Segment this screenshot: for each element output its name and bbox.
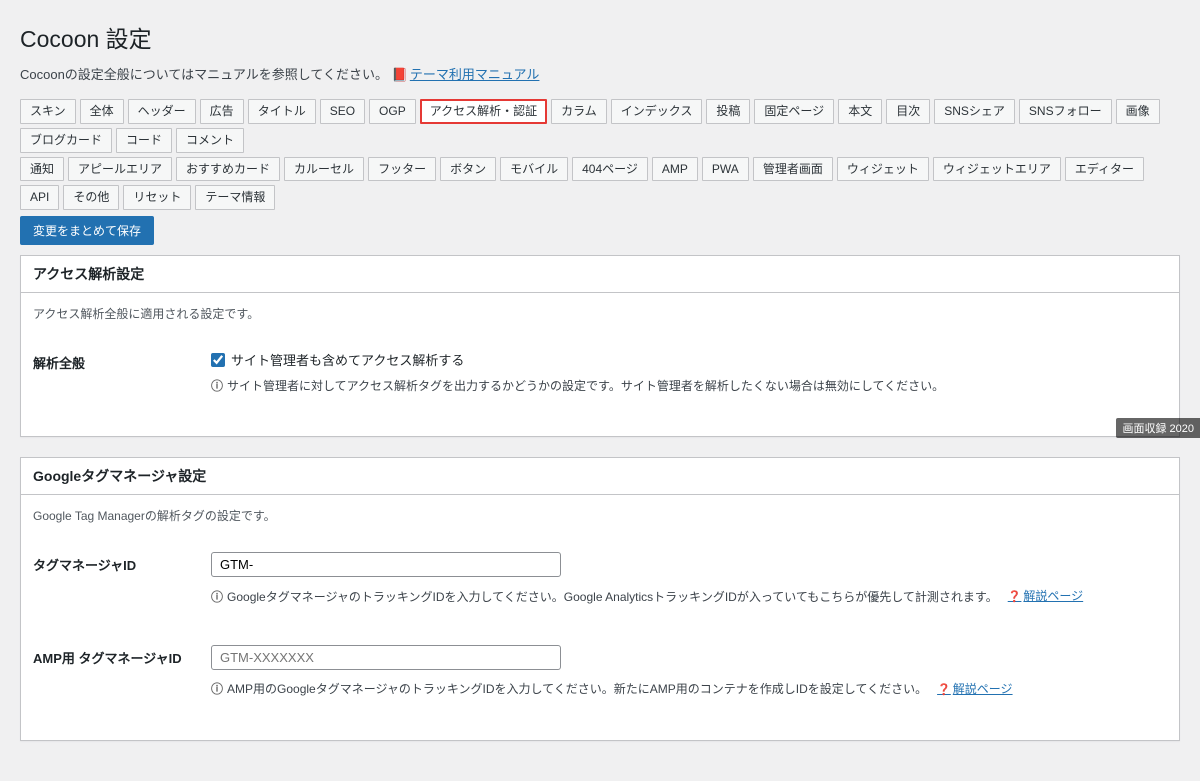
tab-item[interactable]: エディター [1065, 157, 1144, 182]
tab-item[interactable]: ウィジェットエリア [933, 157, 1061, 182]
question-icon [1008, 589, 1024, 603]
tab-item[interactable]: 404ページ [572, 157, 648, 182]
help-link-text: 解説ページ [1023, 589, 1083, 603]
tab-item[interactable]: SEO [320, 99, 365, 124]
section-title: アクセス解析設定 [21, 256, 1179, 293]
tab-item[interactable]: API [20, 185, 59, 210]
checkbox-include-admin-input[interactable] [211, 353, 225, 367]
question-icon [937, 682, 953, 696]
section-desc: アクセス解析全般に適用される設定です。 [33, 305, 1167, 322]
section-title: Googleタグマネージャ設定 [21, 458, 1179, 495]
help-link[interactable]: 解説ページ [937, 680, 1012, 700]
row-gtm-id: タグマネージャID GoogleタグマネージャのトラッキングIDを入力してくださ… [33, 542, 1167, 635]
tab-item[interactable]: アピールエリア [68, 157, 172, 182]
tab-item[interactable]: 本文 [838, 99, 882, 124]
tab-item[interactable]: その他 [63, 185, 119, 210]
tab-item[interactable]: ヘッダー [128, 99, 196, 124]
tab-item[interactable]: 固定ページ [754, 99, 834, 124]
tab-item[interactable]: コード [116, 128, 172, 153]
tab-item[interactable]: ブログカード [20, 128, 112, 153]
row-label: 解析全般 [33, 350, 211, 372]
info-icon [211, 377, 223, 396]
book-icon: 📕 [392, 67, 408, 83]
tab-item[interactable]: 全体 [80, 99, 124, 124]
tab-item[interactable]: コメント [176, 128, 244, 153]
page-description-text: Cocoonの設定全般についてはマニュアルを参照してください。 [20, 67, 388, 82]
screen-recording-label: 画面収録 2020 [1116, 418, 1200, 438]
tab-item[interactable]: おすすめカード [176, 157, 280, 182]
help-text-content: GoogleタグマネージャのトラッキングIDを入力してください。Google A… [227, 588, 998, 607]
help-link-text: 解説ページ [953, 682, 1013, 696]
save-button[interactable]: 変更をまとめて保存 [20, 216, 154, 245]
tab-item[interactable]: OGP [369, 99, 416, 124]
tab-container: スキン全体ヘッダー広告タイトルSEOOGPアクセス解析・認証カラムインデックス投… [20, 99, 1180, 210]
manual-link-text: テーマ利用マニュアル [410, 67, 540, 82]
tab-item[interactable]: AMP [652, 157, 698, 182]
tab-item[interactable]: テーマ情報 [195, 185, 275, 210]
tab-item[interactable]: アクセス解析・認証 [420, 99, 547, 124]
tab-item[interactable]: スキン [20, 99, 76, 124]
info-icon [211, 588, 223, 607]
section-access-analysis: アクセス解析設定 アクセス解析全般に適用される設定です。 解析全般 サイト管理者… [20, 255, 1180, 437]
tab-item[interactable]: 画像 [1116, 99, 1160, 124]
tab-item[interactable]: SNSフォロー [1019, 99, 1112, 124]
help-text: GoogleタグマネージャのトラッキングIDを入力してください。Google A… [211, 587, 1167, 607]
info-icon [211, 680, 223, 699]
help-link[interactable]: 解説ページ [1008, 587, 1083, 607]
tab-item[interactable]: ウィジェット [837, 157, 929, 182]
row-amp-gtm-id: AMP用 タグマネージャID AMP用のGoogleタグマネージャのトラッキング… [33, 635, 1167, 728]
section-gtm: Googleタグマネージャ設定 Google Tag Managerの解析タグの… [20, 457, 1180, 740]
tab-item[interactable]: モバイル [500, 157, 568, 182]
tab-item[interactable]: PWA [702, 157, 749, 182]
amp-gtm-id-input[interactable] [211, 645, 561, 670]
help-text-content: AMP用のGoogleタグマネージャのトラッキングIDを入力してください。新たに… [227, 680, 927, 699]
gtm-id-input[interactable] [211, 552, 561, 577]
tab-item[interactable]: 目次 [886, 99, 930, 124]
tab-item[interactable]: 広告 [200, 99, 244, 124]
tab-item[interactable]: カルーセル [284, 157, 364, 182]
tab-item[interactable]: SNSシェア [934, 99, 1015, 124]
tab-item[interactable]: 投稿 [706, 99, 750, 124]
row-label: AMP用 タグマネージャID [33, 645, 211, 667]
tab-item[interactable]: インデックス [611, 99, 703, 124]
help-text-content: サイト管理者に対してアクセス解析タグを出力するかどうかの設定です。サイト管理者を… [227, 377, 944, 396]
section-desc: Google Tag Managerの解析タグの設定です。 [33, 507, 1167, 524]
row-label: タグマネージャID [33, 552, 211, 574]
page-title: Cocoon 設定 [20, 20, 1180, 54]
tab-item[interactable]: 管理者画面 [753, 157, 833, 182]
tab-item[interactable]: タイトル [248, 99, 316, 124]
tab-item[interactable]: 通知 [20, 157, 64, 182]
help-text: サイト管理者に対してアクセス解析タグを出力するかどうかの設定です。サイト管理者を… [211, 377, 1167, 396]
tab-item[interactable]: カラム [551, 99, 607, 124]
checkbox-label: サイト管理者も含めてアクセス解析する [231, 350, 464, 369]
page-description: Cocoonの設定全般についてはマニュアルを参照してください。 📕テーマ利用マニ… [20, 64, 1180, 83]
tabs-row-1: スキン全体ヘッダー広告タイトルSEOOGPアクセス解析・認証カラムインデックス投… [20, 99, 1180, 153]
row-analysis-general: 解析全般 サイト管理者も含めてアクセス解析する サイト管理者に対してアクセス解析… [33, 340, 1167, 424]
help-text: AMP用のGoogleタグマネージャのトラッキングIDを入力してください。新たに… [211, 680, 1167, 700]
checkbox-include-admin[interactable]: サイト管理者も含めてアクセス解析する [211, 350, 1167, 369]
tab-item[interactable]: フッター [368, 157, 436, 182]
tab-item[interactable]: ボタン [440, 157, 496, 182]
tab-item[interactable]: リセット [123, 185, 191, 210]
manual-link[interactable]: 📕テーマ利用マニュアル [392, 67, 540, 82]
tabs-row-2: 通知アピールエリアおすすめカードカルーセルフッターボタンモバイル404ページAM… [20, 157, 1180, 211]
